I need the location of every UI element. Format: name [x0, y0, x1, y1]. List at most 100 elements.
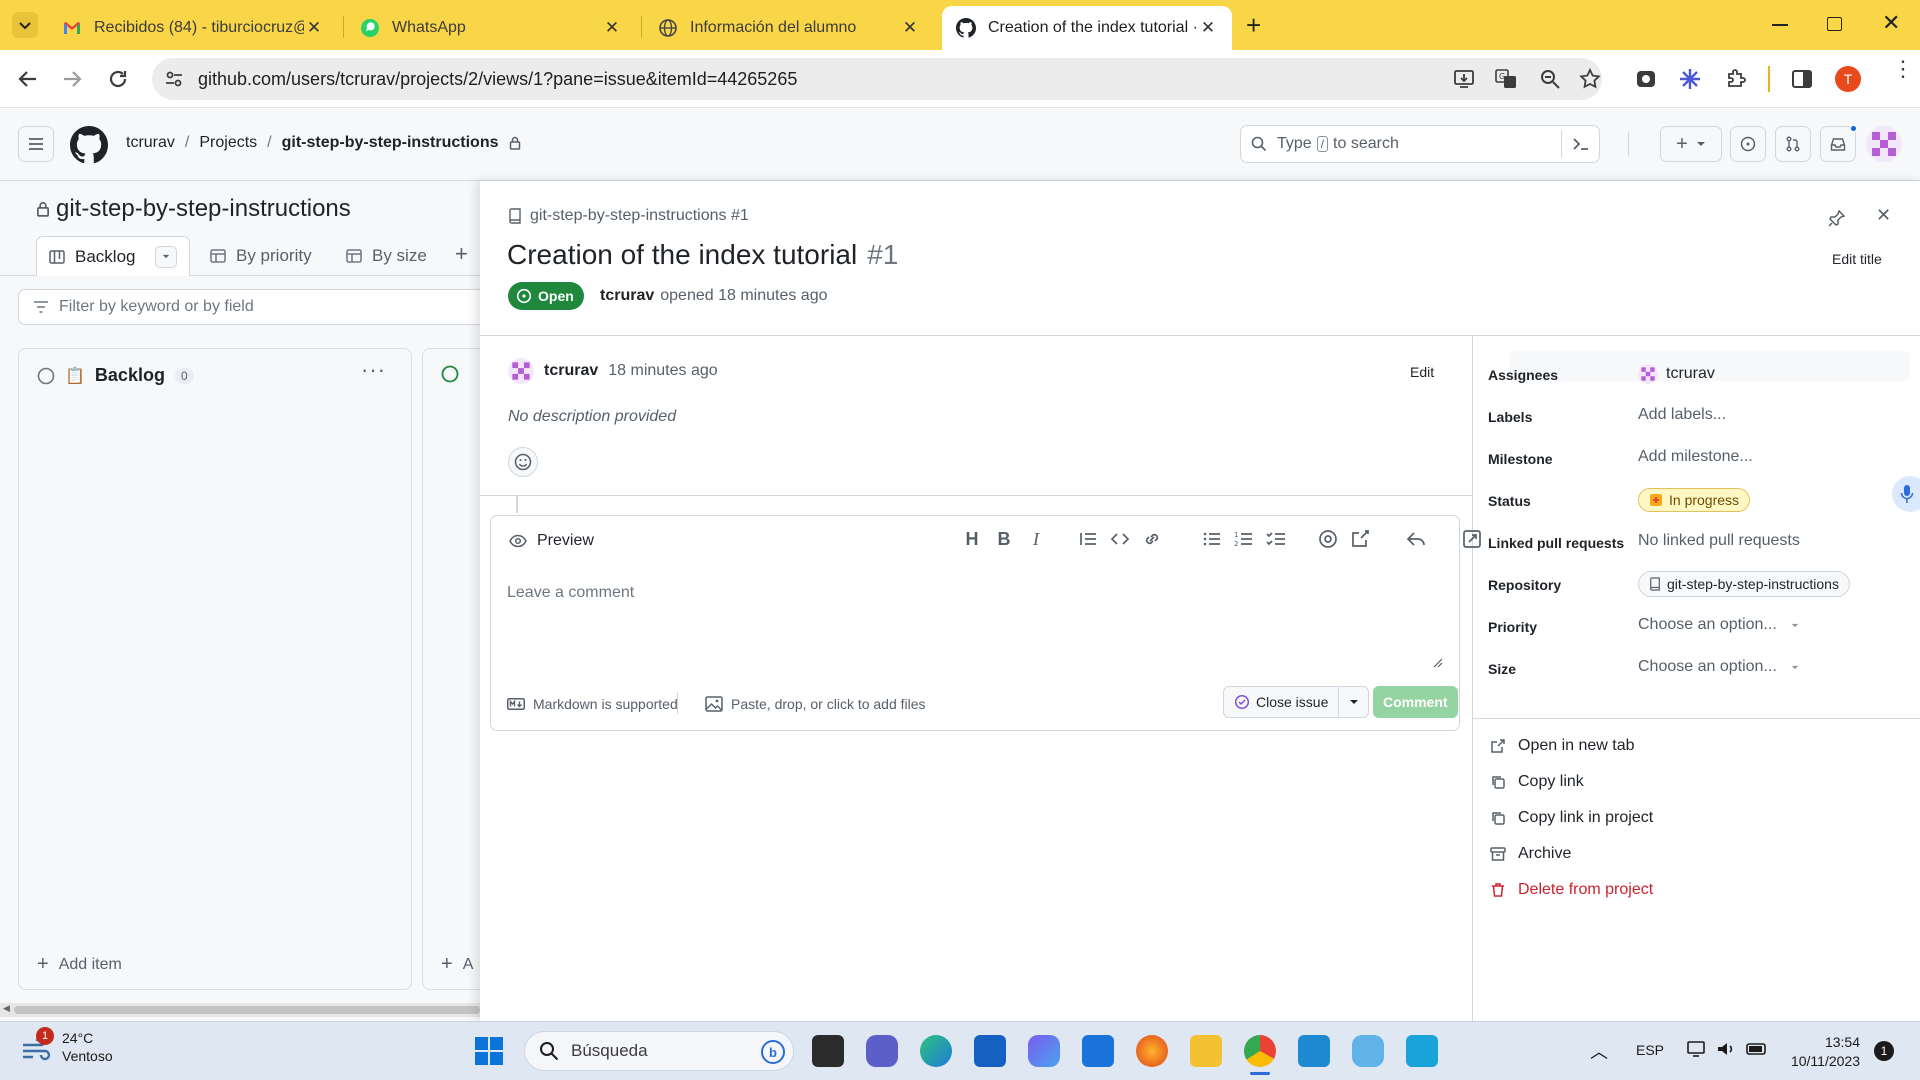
mention-icon[interactable]: [1317, 528, 1339, 550]
bing-icon[interactable]: b: [761, 1040, 785, 1064]
status-badge[interactable]: In progress: [1638, 488, 1751, 512]
github-logo-icon[interactable]: [70, 126, 108, 164]
extension-dark-icon[interactable]: [1634, 67, 1658, 91]
comment-submit-button[interactable]: Comment: [1373, 686, 1458, 718]
add-item-button[interactable]: + Add item: [37, 953, 122, 976]
reply-icon[interactable]: [1405, 528, 1427, 550]
browser-tab-github[interactable]: Creation of the index tutorial · g ✕: [942, 6, 1232, 50]
browser-tab-alumno[interactable]: Información del alumno ✕: [644, 6, 934, 50]
preview-tab[interactable]: Preview: [509, 532, 594, 550]
system-tray[interactable]: [1686, 1040, 1768, 1058]
restore-button[interactable]: [1827, 17, 1842, 31]
tab-view-backlog[interactable]: Backlog: [36, 236, 190, 276]
comment-author[interactable]: tcrurav: [544, 362, 598, 380]
issue-repo-reference[interactable]: git-step-by-step-instructions #1: [508, 207, 749, 225]
clock[interactable]: 13:54 10/11/2023: [1788, 1033, 1860, 1071]
extension-snowflake-icon[interactable]: [1678, 67, 1702, 91]
meta-value-size[interactable]: Choose an option...: [1638, 658, 1799, 676]
tab-search-button[interactable]: [12, 12, 38, 38]
puzzle-icon[interactable]: [1724, 67, 1748, 91]
notepad-icon[interactable]: [1406, 1035, 1438, 1067]
browser-tab-whatsapp[interactable]: WhatsApp ✕: [346, 6, 636, 50]
comment-author-avatar[interactable]: [508, 358, 534, 384]
close-icon[interactable]: ✕: [304, 18, 324, 38]
close-icon[interactable]: ✕: [1198, 18, 1218, 38]
app-icon[interactable]: [1352, 1035, 1384, 1067]
meta-value-milestone[interactable]: Add milestone...: [1638, 448, 1753, 466]
file-explorer-icon[interactable]: [1190, 1035, 1222, 1067]
command-palette-button[interactable]: [1561, 130, 1599, 158]
edit-comment-button[interactable]: Edit: [1410, 364, 1434, 380]
minimize-button[interactable]: [1772, 24, 1788, 26]
site-settings-icon[interactable]: [164, 69, 184, 89]
browser-tab-gmail[interactable]: Recibidos (84) - tiburciocruz@ ✕: [48, 6, 338, 50]
italic-icon[interactable]: I: [1025, 528, 1047, 550]
zoom-icon[interactable]: [1538, 67, 1562, 91]
action-copy-link-project[interactable]: Copy link in project: [1490, 809, 1653, 827]
scrollbar-thumb[interactable]: [14, 1006, 480, 1014]
action-copy-link[interactable]: Copy link: [1490, 773, 1584, 791]
scroll-left-icon[interactable]: ◀: [3, 1003, 10, 1014]
fullscreen-icon[interactable]: [1461, 528, 1483, 550]
horizontal-scrollbar[interactable]: ◀: [0, 1003, 480, 1017]
meta-value-labels[interactable]: Add labels...: [1638, 406, 1726, 424]
forward-icon[interactable]: [60, 67, 84, 91]
edge-icon[interactable]: [920, 1035, 952, 1067]
task-list-icon[interactable]: [1265, 528, 1287, 550]
breadcrumb-user[interactable]: tcrurav: [126, 134, 175, 152]
unordered-list-icon[interactable]: [1201, 528, 1223, 550]
windows-start-icon[interactable]: [474, 1036, 504, 1066]
reload-icon[interactable]: [106, 67, 130, 91]
chrome-icon[interactable]: [1244, 1035, 1276, 1067]
view-options-button[interactable]: [155, 245, 177, 268]
bookmark-star-icon[interactable]: [1578, 67, 1602, 91]
teams-chat-icon[interactable]: [866, 1035, 898, 1067]
chrome-menu-icon[interactable]: ⋮: [1892, 58, 1914, 80]
translate-icon[interactable]: G: [1494, 67, 1518, 91]
firefox-icon[interactable]: [1136, 1035, 1168, 1067]
taskbar-search-box[interactable]: Búsqueda b: [524, 1031, 794, 1071]
notification-count-badge[interactable]: 1: [1874, 1041, 1894, 1061]
comment-textarea[interactable]: Leave a comment: [507, 584, 1443, 668]
resize-handle-icon[interactable]: [1433, 658, 1443, 668]
install-app-icon[interactable]: [1452, 67, 1476, 91]
quote-icon[interactable]: [1077, 528, 1099, 550]
user-avatar[interactable]: [1866, 126, 1902, 162]
create-new-button[interactable]: +: [1660, 126, 1722, 162]
close-icon[interactable]: ✕: [602, 18, 622, 38]
cross-reference-icon[interactable]: [1349, 528, 1371, 550]
new-tab-button[interactable]: +: [1246, 10, 1261, 41]
store-icon[interactable]: [974, 1035, 1006, 1067]
pull-requests-button[interactable]: [1775, 126, 1811, 162]
global-search-input[interactable]: Type / to search: [1240, 125, 1600, 163]
add-view-button[interactable]: +: [455, 241, 468, 267]
add-item-button[interactable]: + A: [441, 953, 473, 976]
address-bar[interactable]: github.com/users/tcrurav/projects/2/view…: [152, 58, 1602, 100]
repository-badge[interactable]: git-step-by-step-instructions: [1638, 571, 1850, 597]
issues-button[interactable]: [1730, 126, 1766, 162]
add-reaction-button[interactable]: [508, 447, 538, 477]
code-icon[interactable]: [1109, 528, 1131, 550]
issue-author[interactable]: tcrurav: [600, 287, 654, 305]
tab-view-by-size[interactable]: By size: [346, 236, 427, 276]
ordered-list-icon[interactable]: 12: [1233, 528, 1255, 550]
meta-value-assignees[interactable]: tcrurav: [1638, 364, 1715, 384]
action-delete-from-project[interactable]: Delete from project: [1490, 881, 1653, 899]
breadcrumb-projects[interactable]: Projects: [199, 134, 257, 152]
task-view-icon[interactable]: [812, 1035, 844, 1067]
pin-icon[interactable]: [1828, 209, 1846, 227]
meta-value-priority[interactable]: Choose an option...: [1638, 616, 1799, 634]
filter-input[interactable]: Filter by keyword or by field: [18, 289, 488, 325]
action-archive[interactable]: Archive: [1490, 845, 1571, 863]
vscode-icon[interactable]: [1298, 1035, 1330, 1067]
column-menu-icon[interactable]: ···: [361, 357, 386, 383]
close-issue-options-button[interactable]: [1338, 687, 1368, 717]
side-panel-icon[interactable]: [1790, 67, 1814, 91]
profile-avatar[interactable]: T: [1835, 66, 1861, 92]
tab-view-by-priority[interactable]: By priority: [210, 236, 312, 276]
tray-chevron-icon[interactable]: ︿: [1590, 1038, 1608, 1064]
heading-icon[interactable]: H: [961, 528, 983, 550]
copilot-icon[interactable]: [1028, 1035, 1060, 1067]
weather-widget[interactable]: 1 24°C Ventoso: [20, 1027, 113, 1065]
voice-input-bubble[interactable]: [1892, 476, 1920, 512]
